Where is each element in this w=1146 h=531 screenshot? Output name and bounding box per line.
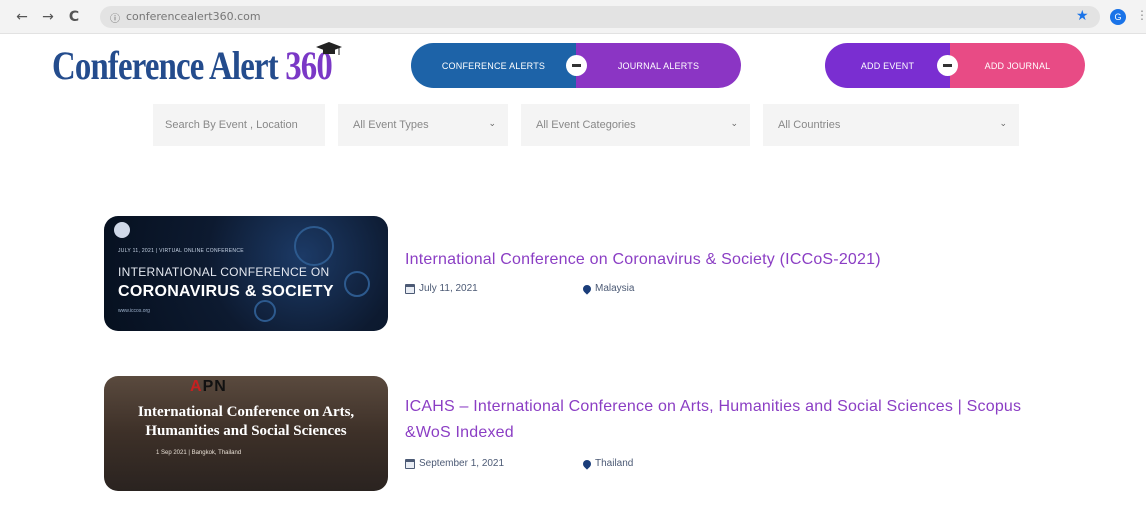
event-location: Thailand [581,457,634,470]
search-input[interactable]: Search By Event , Location [153,104,325,146]
bookmark-star-icon[interactable]: ★ [1076,8,1089,24]
apn-logo-text: PN [202,378,227,395]
browser-toolbar: ← → C ⓘ conferencealert360.com ★ G ⋮ [0,0,1146,34]
chevron-down-icon: ⌄ [488,119,496,129]
site-logo[interactable]: Conference Alert 360 [52,42,333,92]
add-toggle: ADD EVENT ADD JOURNAL [825,43,1085,88]
virus-graphic [294,226,334,266]
event-title-link[interactable]: International Conference on Coronavirus … [405,247,1125,273]
banner-url: www.iccos.org [118,308,150,314]
map-pin-icon [581,282,593,295]
map-pin-icon [581,457,593,470]
logo-text: Conference Alert [52,43,279,88]
banner-subtitle: 1 Sep 2021 | Bangkok, Thailand [156,450,242,456]
country-value: All Countries [778,119,841,131]
calendar-icon [405,283,415,294]
event-location-text: Thailand [595,458,634,469]
journal-alerts-button[interactable]: JOURNAL ALERTS [576,43,741,88]
event-category-value: All Event Categories [536,119,636,131]
add-event-button[interactable]: ADD EVENT [825,43,950,88]
event-date: September 1, 2021 [405,458,504,469]
event-date-text: July 11, 2021 [419,283,478,294]
alerts-toggle: CONFERENCE ALERTS JOURNAL ALERTS [411,43,741,88]
search-placeholder: Search By Event , Location [165,119,298,131]
banner-subtitle: JULY 11, 2021 | VIRTUAL ONLINE CONFERENC… [118,248,244,254]
toggle-switch-icon[interactable] [566,55,587,76]
banner-heading: International Conference on Arts, [137,404,355,420]
banner-heading: Humanities and Social Sciences [145,423,347,439]
virus-graphic [344,271,370,297]
event-banner-image[interactable]: APN International Conference on Arts, Hu… [104,376,388,491]
url-text[interactable]: conferencealert360.com [126,10,261,23]
event-location: Malaysia [581,282,635,295]
graduation-cap-icon [316,42,342,55]
event-banner-image[interactable]: JULY 11, 2021 | VIRTUAL ONLINE CONFERENC… [104,216,388,331]
toggle-switch-icon[interactable] [937,55,958,76]
country-select[interactable]: All Countries ⌄ [763,104,1019,146]
conference-alerts-button[interactable]: CONFERENCE ALERTS [411,43,576,88]
forward-arrow-icon[interactable]: → [40,9,56,25]
banner-heading: INTERNATIONAL CONFERENCE ON [118,265,330,279]
event-date-text: September 1, 2021 [419,458,505,469]
add-journal-button[interactable]: ADD JOURNAL [950,43,1085,88]
event-date: July 11, 2021 [405,283,478,294]
site-info-icon[interactable]: ⓘ [110,10,120,25]
profile-avatar[interactable]: G [1110,9,1126,25]
chevron-down-icon: ⌄ [730,119,738,129]
apn-logo-mark: A [190,378,203,395]
event-location-text: Malaysia [595,283,635,294]
banner-heading-strong: CORONAVIRUS & SOCIETY [118,283,334,300]
organizer-seal-icon [114,222,130,238]
event-type-value: All Event Types [353,119,429,131]
event-category-select[interactable]: All Event Categories ⌄ [521,104,750,146]
browser-menu-icon[interactable]: ⋮ [1136,8,1146,22]
event-type-select[interactable]: All Event Types ⌄ [338,104,508,146]
apn-logo: APN [190,378,227,396]
back-arrow-icon[interactable]: ← [14,9,30,25]
calendar-icon [405,458,415,469]
chevron-down-icon: ⌄ [999,119,1007,129]
event-title-link[interactable]: ICAHS – International Conference on Arts… [405,394,1065,446]
address-bar[interactable]: ⓘ conferencealert360.com [100,6,1100,28]
reload-icon[interactable]: C [66,9,82,25]
virus-graphic [254,300,276,322]
